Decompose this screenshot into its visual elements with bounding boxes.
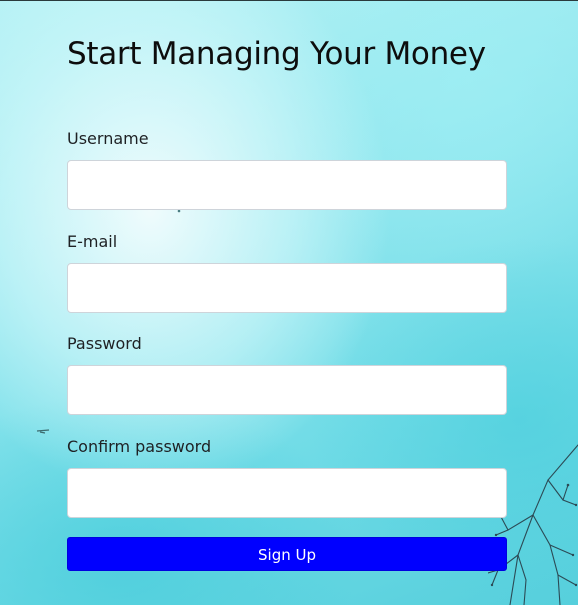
page-title: Start Managing Your Money [67,36,486,72]
password-field-group: Password [67,334,507,415]
background-speck [36,429,50,434]
confirm-password-label: Confirm password [67,437,212,456]
username-field-group: Username [67,129,507,210]
email-label: E-mail [67,232,118,251]
confirm-password-field-group: Confirm password [67,437,507,518]
email-input[interactable] [67,263,507,313]
password-label: Password [67,334,142,353]
email-field-group: E-mail [67,232,507,313]
username-label: Username [67,129,149,148]
username-input[interactable] [67,160,507,210]
password-input[interactable] [67,365,507,415]
sign-up-button[interactable]: Sign Up [67,537,507,571]
top-border [0,0,578,1]
signup-form: Start Managing Your Money Username E-mai… [67,34,507,571]
confirm-password-input[interactable] [67,468,507,518]
